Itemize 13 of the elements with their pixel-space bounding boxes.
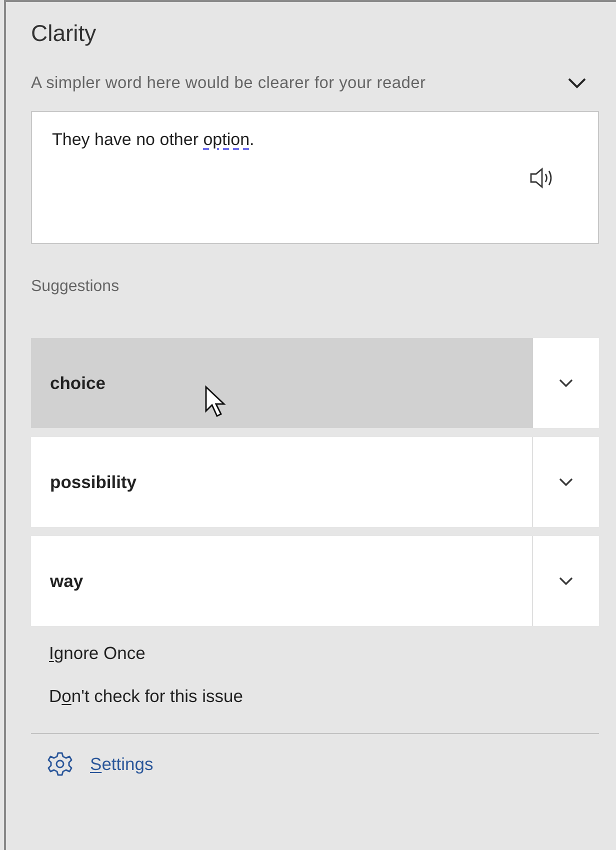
chevron-down-icon <box>567 77 587 89</box>
action-link[interactable]: Ignore Once <box>31 643 146 664</box>
chevron-down-icon <box>558 576 574 586</box>
chevron-down-icon <box>558 477 574 487</box>
settings-icon[interactable] <box>47 751 73 777</box>
chevron-down-icon <box>558 378 574 388</box>
sentence-text: They have no other option. <box>52 130 256 150</box>
section-label: Suggestions <box>31 278 120 296</box>
suggestion-button[interactable]: choice <box>31 338 533 428</box>
action-link[interactable]: Don't check for this issue <box>31 686 243 707</box>
pane-title: Clarity <box>31 20 98 47</box>
issue-description: A simpler word here would be clearer for your reader <box>31 74 426 92</box>
settings-link[interactable]: Settings <box>90 754 154 774</box>
